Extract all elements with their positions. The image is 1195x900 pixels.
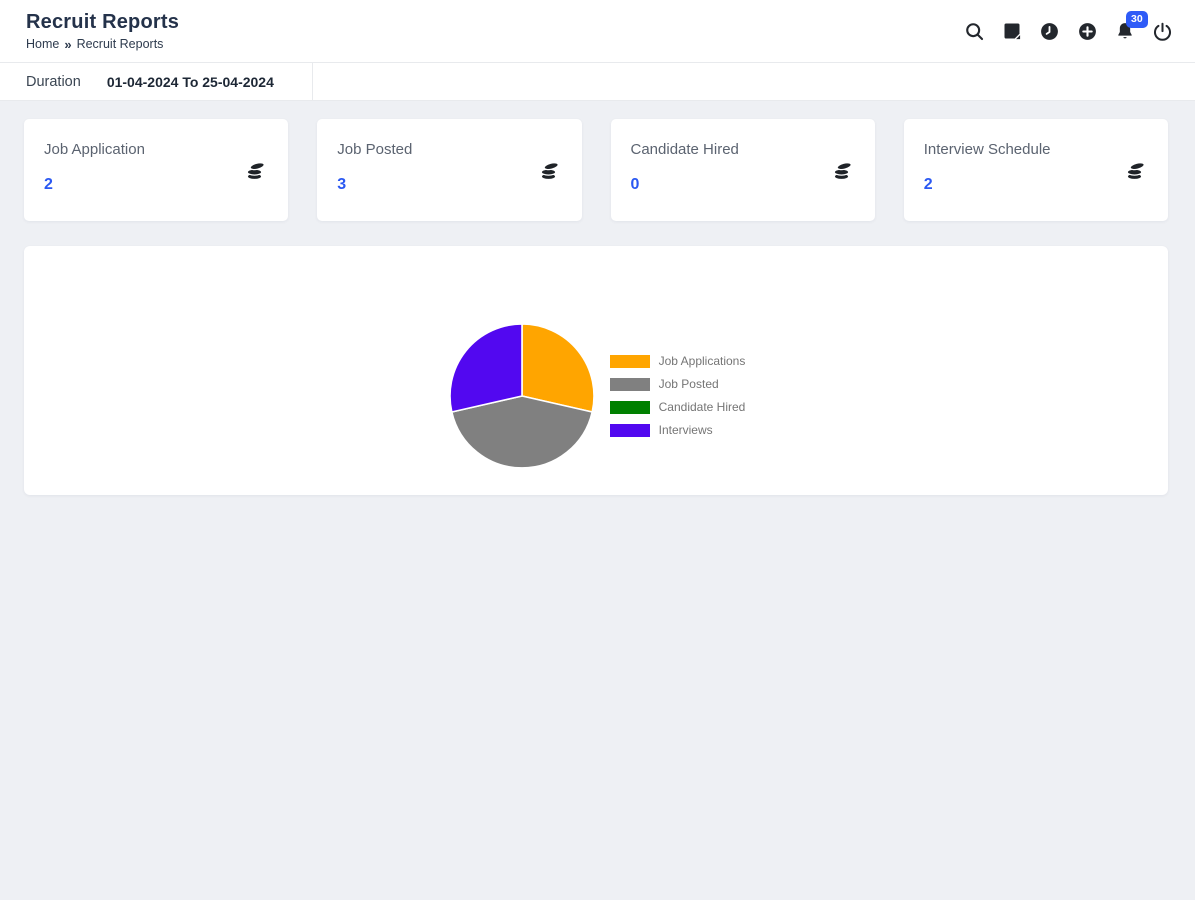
duration-value: 01-04-2024 To 25-04-2024: [106, 73, 274, 90]
page-heading: Recruit Reports Home » Recruit Reports: [26, 11, 179, 52]
duration-filter[interactable]: Duration 01-04-2024 To 25-04-2024: [0, 63, 313, 100]
stack-icon: [831, 158, 855, 183]
legend-item-job-applications: Job Applications: [609, 354, 746, 368]
chart-card: Job Applications Job Posted Candidate Hire…: [24, 246, 1168, 495]
stat-card-value: 2: [923, 176, 933, 193]
notification-badge: 30: [1126, 11, 1148, 28]
stat-card-interview-schedule: Interview Schedule 2: [903, 119, 1168, 221]
clock-icon: [1041, 22, 1058, 40]
notes-button[interactable]: [1002, 21, 1022, 41]
pie-slice-interviews[interactable]: [448, 322, 523, 413]
page-title: Recruit Reports: [26, 10, 180, 33]
legend-swatch: [609, 377, 650, 391]
legend-item-interviews: Interviews: [609, 423, 746, 437]
power-icon: [1154, 22, 1171, 41]
topbar-actions: 30: [964, 11, 1173, 42]
duration-label: Duration: [26, 73, 81, 90]
legend-swatch: [609, 354, 650, 368]
breadcrumb: Home » Recruit Reports: [26, 37, 179, 52]
main-content: Job Application 2 Job Posted 3 Candidate…: [0, 101, 1195, 495]
stat-card-title: Candidate Hired: [630, 141, 739, 158]
plus-circle-icon: [1079, 22, 1096, 40]
stat-card-job-posted: Job Posted 3: [317, 119, 582, 221]
note-icon: [1004, 23, 1021, 40]
legend-label: Job Posted: [658, 377, 719, 391]
stat-card-value: 0: [630, 176, 640, 193]
breadcrumb-separator-icon: »: [64, 36, 72, 52]
legend-swatch: [609, 400, 650, 414]
stack-icon: [1124, 158, 1148, 183]
legend-label: Candidate Hired: [658, 400, 746, 414]
filter-bar: Duration 01-04-2024 To 25-04-2024: [0, 62, 1195, 101]
add-button[interactable]: [1077, 21, 1098, 42]
breadcrumb-current: Recruit Reports: [76, 37, 164, 51]
stat-card-title: Job Application: [44, 141, 145, 158]
legend-item-candidate-hired: Candidate Hired: [609, 400, 746, 414]
stat-card-title: Interview Schedule: [923, 141, 1051, 158]
logout-button[interactable]: [1152, 21, 1173, 42]
legend-item-job-posted: Job Posted: [609, 377, 746, 391]
breadcrumb-home-link[interactable]: Home: [26, 37, 59, 51]
stat-card-value: 3: [337, 176, 347, 193]
stat-card-value: 2: [44, 176, 53, 193]
topbar: Recruit Reports Home » Recruit Reports 3…: [0, 0, 1195, 62]
legend-label: Job Applications: [658, 354, 746, 368]
recruit-reports-page: Recruit Reports Home » Recruit Reports 3…: [0, 0, 1195, 495]
stack-icon: [538, 158, 562, 183]
stat-cards-row: Job Application 2 Job Posted 3 Candidate…: [24, 119, 1168, 221]
pie-chart-svg: [448, 322, 595, 469]
stat-card-job-application: Job Application 2: [24, 119, 289, 221]
recruit-pie-chart: Job Applications Job Posted Candidate Hire…: [447, 321, 746, 471]
stat-card-title: Job Posted: [337, 141, 413, 158]
stat-card-candidate-hired: Candidate Hired 0: [610, 119, 875, 221]
legend-swatch: [609, 423, 650, 437]
search-icon: [966, 22, 984, 40]
stack-icon: [244, 158, 268, 183]
legend-label: Interviews: [658, 423, 713, 437]
chart-legend: Job Applications Job Posted Candidate Hire…: [609, 354, 746, 437]
search-button[interactable]: [964, 21, 985, 42]
notifications-button[interactable]: 30: [1115, 11, 1148, 41]
history-button[interactable]: [1039, 21, 1060, 42]
